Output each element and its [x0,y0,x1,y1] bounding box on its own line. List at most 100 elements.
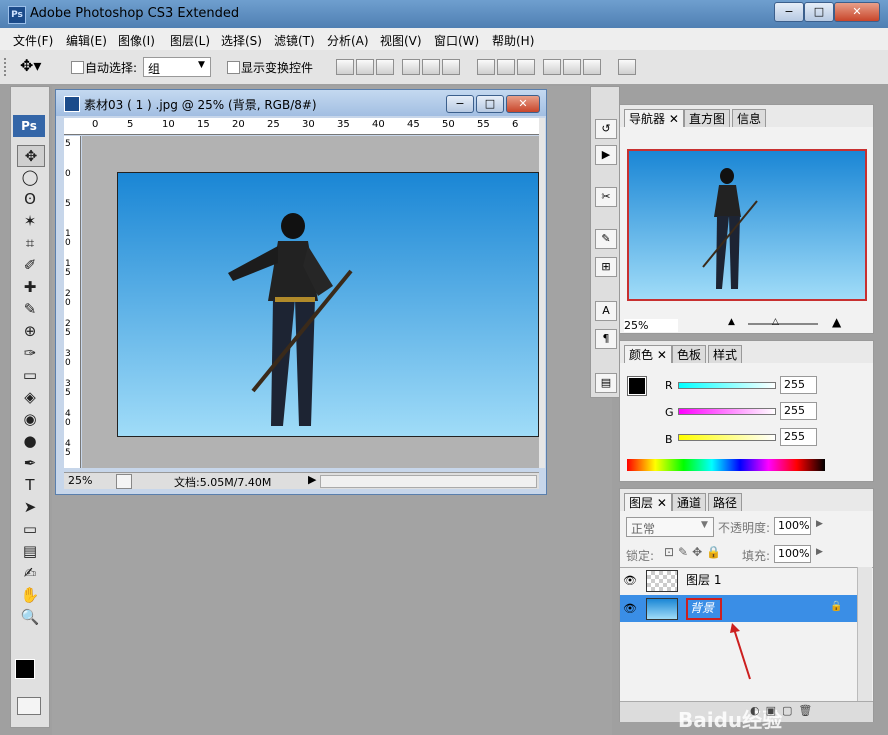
menu-help[interactable]: 帮助(H) [492,32,534,49]
tab-navigator[interactable]: 导航器 ✕ [624,109,684,128]
horizontal-scrollbar[interactable] [320,475,537,488]
character-icon[interactable]: A [595,301,617,321]
channel-b-slider[interactable] [678,434,776,441]
notes-tool-icon[interactable]: ▤ [17,541,43,561]
brushes-icon[interactable]: ✎ [595,229,617,249]
auto-select-checkbox[interactable] [71,61,84,74]
channel-g-slider[interactable] [678,408,776,415]
actions-icon[interactable]: ▶ [595,145,617,165]
zoom-in-icon[interactable]: ▲ [832,315,841,329]
healing-tool-icon[interactable]: ✚ [17,277,43,297]
align-left-icon[interactable] [402,59,420,75]
menu-filter[interactable]: 滤镜(T) [274,32,315,49]
tab-paths[interactable]: 路径 [708,493,743,512]
fill-arrow-icon[interactable]: ▶ [816,547,823,557]
status-menu-icon[interactable] [116,474,132,489]
move-tool-icon[interactable]: ✥ [17,145,45,167]
channel-b-value[interactable]: 255 [780,428,817,446]
distribute-left-icon[interactable] [543,59,561,75]
lock-icons[interactable]: ⊡✎✥🔒 [664,545,725,559]
channel-g-value[interactable]: 255 [780,402,817,420]
stamp-tool-icon[interactable]: ⊕ [17,321,43,341]
layers-scrollbar[interactable] [857,567,872,701]
blend-mode-dropdown[interactable]: 正常 ▼ [626,517,714,537]
align-right-icon[interactable] [442,59,460,75]
layer-name[interactable]: 背景 [690,595,714,622]
menu-select[interactable]: 选择(S) [221,32,262,49]
clone-source-icon[interactable]: ⊞ [595,257,617,277]
menu-image[interactable]: 图像(I) [118,32,155,49]
auto-select-dropdown[interactable]: 组 ▼ [143,57,211,77]
tab-layers[interactable]: 图层 ✕ [624,493,672,512]
show-transform-checkbox[interactable] [227,61,240,74]
doc-close-button[interactable]: ✕ [506,95,540,113]
eye-icon[interactable]: 👁 [622,595,638,622]
menu-view[interactable]: 视图(V) [380,32,422,49]
tab-channels[interactable]: 通道 [672,493,707,512]
align-hcenter-icon[interactable] [422,59,440,75]
auto-align-icon[interactable] [618,59,636,75]
paint-bucket-tool-icon[interactable]: ◈ [17,387,43,407]
blur-tool-icon[interactable]: ◉ [17,409,43,429]
slice-tool-icon[interactable]: ✐ [17,255,43,275]
align-bottom-icon[interactable] [376,59,394,75]
zoom-slider[interactable] [748,323,818,325]
opacity-value[interactable]: 100% [774,517,811,535]
hand-tool-icon[interactable]: ✋ [17,585,43,605]
menu-window[interactable]: 窗口(W) [434,32,479,49]
type-tool-icon[interactable]: T [17,475,43,495]
menu-layer[interactable]: 图层(L) [170,32,210,49]
menu-analysis[interactable]: 分析(A) [327,32,369,49]
history-brush-tool-icon[interactable]: ✑ [17,343,43,363]
distribute-bottom-icon[interactable] [517,59,535,75]
distribute-vcenter-icon[interactable] [497,59,515,75]
menu-edit[interactable]: 编辑(E) [66,32,107,49]
image-canvas[interactable] [117,172,539,437]
quick-mask-icon[interactable] [17,697,41,715]
history-icon[interactable]: ↺ [595,119,617,139]
path-select-tool-icon[interactable]: ➤ [17,497,43,517]
foreground-color-swatch[interactable] [15,659,35,679]
zoom-level[interactable]: 25% [68,474,92,487]
vertical-scrollbar[interactable] [539,118,545,468]
paragraph-icon[interactable]: ¶ [595,329,617,349]
channel-r-slider[interactable] [678,382,776,389]
tab-color[interactable]: 颜色 ✕ [624,345,672,364]
pen-tool-icon[interactable]: ✒ [17,453,43,473]
close-button[interactable]: ✕ [834,2,880,22]
fill-value[interactable]: 100% [774,545,811,563]
lasso-tool-icon[interactable]: ʘ [17,189,43,209]
magic-wand-tool-icon[interactable]: ✶ [17,211,43,231]
marquee-tool-icon[interactable]: ◯ [17,167,43,187]
tab-swatches[interactable]: 色板 [672,345,707,364]
zoom-slider-thumb[interactable]: △ [772,317,779,327]
layer-row-selected[interactable]: 👁 背景 🔒 [620,595,857,622]
layer-name[interactable]: 图层 1 [686,567,721,594]
opacity-arrow-icon[interactable]: ▶ [816,519,823,529]
brush-tool-icon[interactable]: ✎ [17,299,43,319]
distribute-top-icon[interactable] [477,59,495,75]
align-top-icon[interactable] [336,59,354,75]
menu-file[interactable]: 文件(F) [13,32,53,49]
maximize-button[interactable]: □ [804,2,834,22]
navigator-zoom-value[interactable]: 25% [624,319,678,332]
dodge-tool-icon[interactable]: ● [17,431,43,451]
zoom-out-icon[interactable]: ▲ [728,317,735,327]
tab-info[interactable]: 信息 [732,109,767,128]
minimize-button[interactable]: − [774,2,804,22]
tab-histogram[interactable]: 直方图 [684,109,731,128]
eye-icon[interactable]: 👁 [622,567,638,594]
doc-minimize-button[interactable]: − [446,95,474,113]
eraser-tool-icon[interactable]: ▭ [17,365,43,385]
crop-tool-icon[interactable]: ⌗ [17,233,43,253]
tab-styles[interactable]: 样式 [708,345,743,364]
tool-presets-icon[interactable]: ✂ [595,187,617,207]
layer-comps-icon[interactable]: ▤ [595,373,617,393]
zoom-tool-icon[interactable]: 🔍 [17,607,43,627]
eyedropper-tool-icon[interactable]: ✍ [17,563,43,583]
channel-r-value[interactable]: 255 [780,376,817,394]
color-foreground-swatch[interactable] [627,376,647,396]
distribute-right-icon[interactable] [583,59,601,75]
distribute-hcenter-icon[interactable] [563,59,581,75]
navigator-preview[interactable] [627,149,867,301]
